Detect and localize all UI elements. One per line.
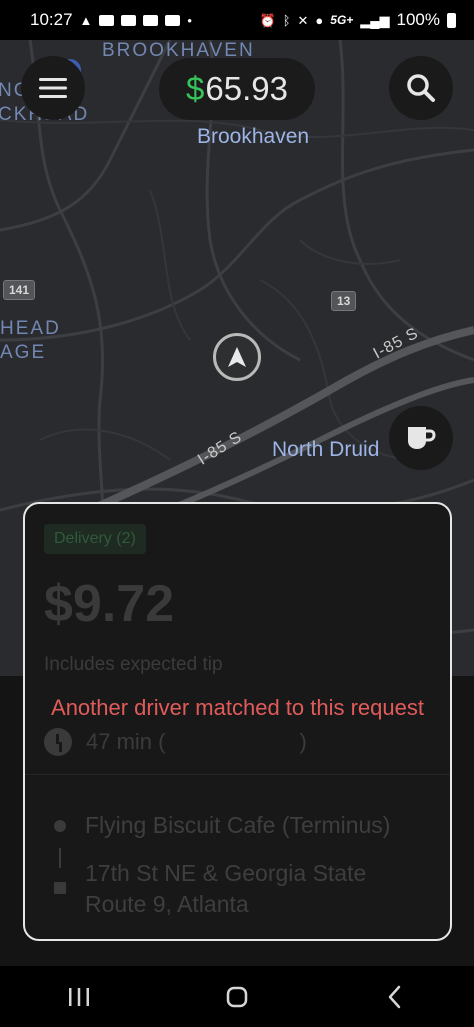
clock-icon: [44, 728, 72, 756]
navigation-status-icon: ▲: [79, 12, 93, 28]
route-141-shield: 141: [3, 280, 36, 300]
map-label-left-mid-2: AGE: [0, 342, 47, 363]
home-icon: [226, 986, 248, 1007]
status-bar-left: 10:27 ▲ •: [30, 10, 192, 30]
coffee-cup-icon: [408, 427, 436, 449]
youtube-notification-icon-3: [165, 14, 181, 26]
status-time: 10:27: [30, 10, 73, 29]
recent-apps-button[interactable]: [49, 977, 109, 1017]
bluetooth-icon: ᛒ: [282, 12, 291, 28]
earnings-currency: $: [186, 70, 205, 107]
trip-type-badge: Delivery (2): [44, 524, 146, 554]
map-label-left-mid-1: HEAD: [0, 318, 61, 339]
battery-percent: 100%: [396, 10, 440, 29]
battery-icon: [447, 12, 456, 28]
pickup-location: Flying Biscuit Cafe (Terminus): [85, 812, 391, 838]
dropoff-location: 17th St NE & Georgia State Route 9, Atla…: [85, 860, 367, 917]
trip-offer-card: Delivery (2) $9.72 Includes expected tip…: [23, 502, 452, 941]
youtube-notification-icon-2: [143, 14, 159, 26]
card-divider-top: [25, 774, 450, 775]
youtube-notification-icon: [121, 14, 137, 26]
home-button[interactable]: [207, 977, 267, 1017]
menu-icon: [39, 78, 67, 98]
search-button[interactable]: [389, 56, 453, 120]
mute-icon: ✕: [297, 12, 309, 28]
status-bar-right: ⏰ ᛒ ✕ ● 5G+ ▂▄▆ 100%: [260, 10, 456, 30]
system-navigation-bar: [0, 966, 474, 1027]
location-icon: ●: [315, 12, 324, 28]
pickup-dot-icon: [54, 820, 66, 832]
map-label-brookhaven: Brookhaven: [197, 125, 310, 148]
status-bar: 10:27 ▲ • ⏰ ᛒ ✕ ● 5G+ ▂▄▆ 100%: [0, 0, 474, 40]
more-notifications-dot-icon: •: [187, 12, 192, 28]
alarm-icon: ⏰: [259, 12, 276, 28]
dropoff-square-icon: [54, 882, 66, 894]
back-button[interactable]: [365, 977, 425, 1017]
map-label-north-druid: North Druid: [272, 438, 380, 461]
earnings-amount: 65.93: [205, 70, 288, 107]
signal-icon: ▂▄▆: [360, 12, 390, 28]
current-location-marker: [213, 333, 261, 381]
trip-time-row: 47 min ( ): [44, 728, 307, 756]
back-icon: [388, 985, 401, 1008]
app-notification-icon: [99, 14, 115, 26]
driver-matched-message: Another driver matched to this request: [51, 695, 424, 720]
earnings-pill[interactable]: $ 65.93: [159, 58, 315, 120]
offer-fare: $9.72: [44, 575, 175, 633]
break-button[interactable]: [389, 406, 453, 470]
driver-app-screen: 10:27 ▲ • ⏰ ᛒ ✕ ● 5G+ ▂▄▆ 100% BROOKHAVE…: [0, 0, 474, 1027]
navigation-arrow-icon: [228, 347, 246, 367]
route-13-shield: 13: [331, 291, 357, 311]
search-icon: [407, 74, 435, 102]
trip-time: 47 min (: [86, 729, 166, 754]
network-type: 5G+: [330, 13, 354, 27]
route-line: [59, 848, 61, 868]
recent-apps-icon: [69, 987, 89, 1006]
fare-subline: Includes expected tip: [44, 654, 223, 675]
menu-button[interactable]: [21, 56, 85, 120]
trip-time-tail: ): [299, 729, 307, 754]
